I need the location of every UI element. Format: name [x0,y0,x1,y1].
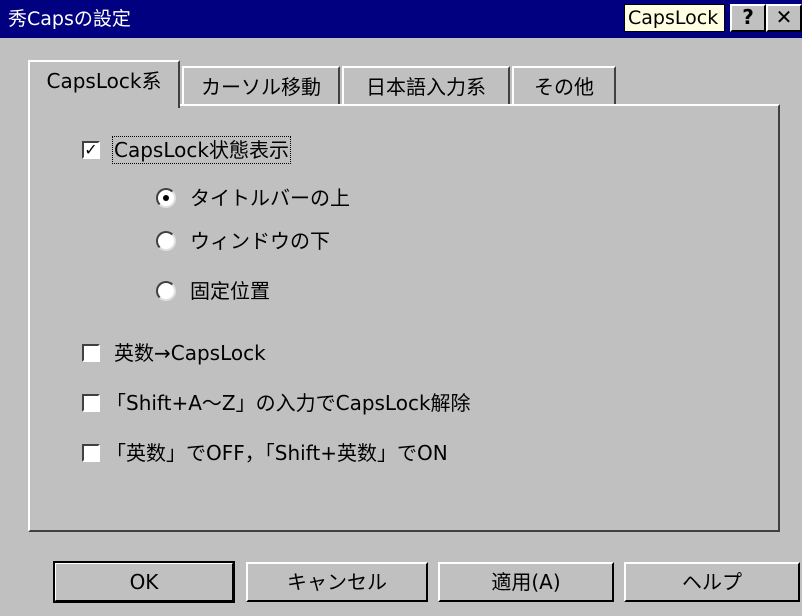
radio-fixed-position-label[interactable]: 固定位置 [190,279,270,303]
eisu-off-on-checkbox[interactable] [82,444,100,462]
radio-fixed-position[interactable] [156,281,176,301]
eisu-off-on-label[interactable]: 「英数」でOFF，「Shift+英数」でON [106,441,448,465]
cancel-button[interactable]: キャンセル [246,562,428,602]
help-icon[interactable]: ? [730,4,766,32]
tab-label: その他 [534,75,594,99]
window-title: 秀Capsの設定 [8,8,131,30]
radio-titlebar-label[interactable]: タイトルバーの上 [190,186,350,210]
radio-titlebar[interactable] [156,188,176,208]
help-button[interactable]: ヘルプ [624,562,800,602]
tab-label: CapsLock系 [46,69,162,93]
eisu-capslock-checkbox[interactable] [82,344,100,362]
title-bar[interactable]: 秀Capsの設定 CapsLock ? ✕ [0,0,802,38]
apply-button[interactable]: 適用(A) [438,562,614,602]
tab-other[interactable]: その他 [512,66,616,106]
show-state-label[interactable]: CapsLock状態表示 [112,136,291,164]
close-icon[interactable]: ✕ [766,4,802,32]
show-state-checkbox[interactable]: ✓ [82,141,100,159]
tab-cursor-move[interactable]: カーソル移動 [182,66,340,106]
tab-bar: CapsLock系 カーソル移動 日本語入力系 その他 [0,60,802,108]
tab-japanese-input[interactable]: 日本語入力系 [342,66,510,106]
shift-az-release-label[interactable]: 「Shift+A～Z」の入力でCapsLock解除 [106,391,471,415]
tab-label: 日本語入力系 [366,75,486,99]
radio-window-bottom[interactable] [156,231,176,251]
ok-button[interactable]: OK [53,561,235,603]
radio-dot [163,195,169,201]
tab-capslock[interactable]: CapsLock系 [28,60,180,108]
eisu-capslock-label[interactable]: 英数→CapsLock [114,341,266,365]
tab-panel [28,104,780,532]
shift-az-release-checkbox[interactable] [82,394,100,412]
radio-window-bottom-label[interactable]: ウィンドウの下 [190,229,330,253]
capslock-indicator: CapsLock [624,4,725,32]
tab-label: カーソル移動 [201,75,321,99]
